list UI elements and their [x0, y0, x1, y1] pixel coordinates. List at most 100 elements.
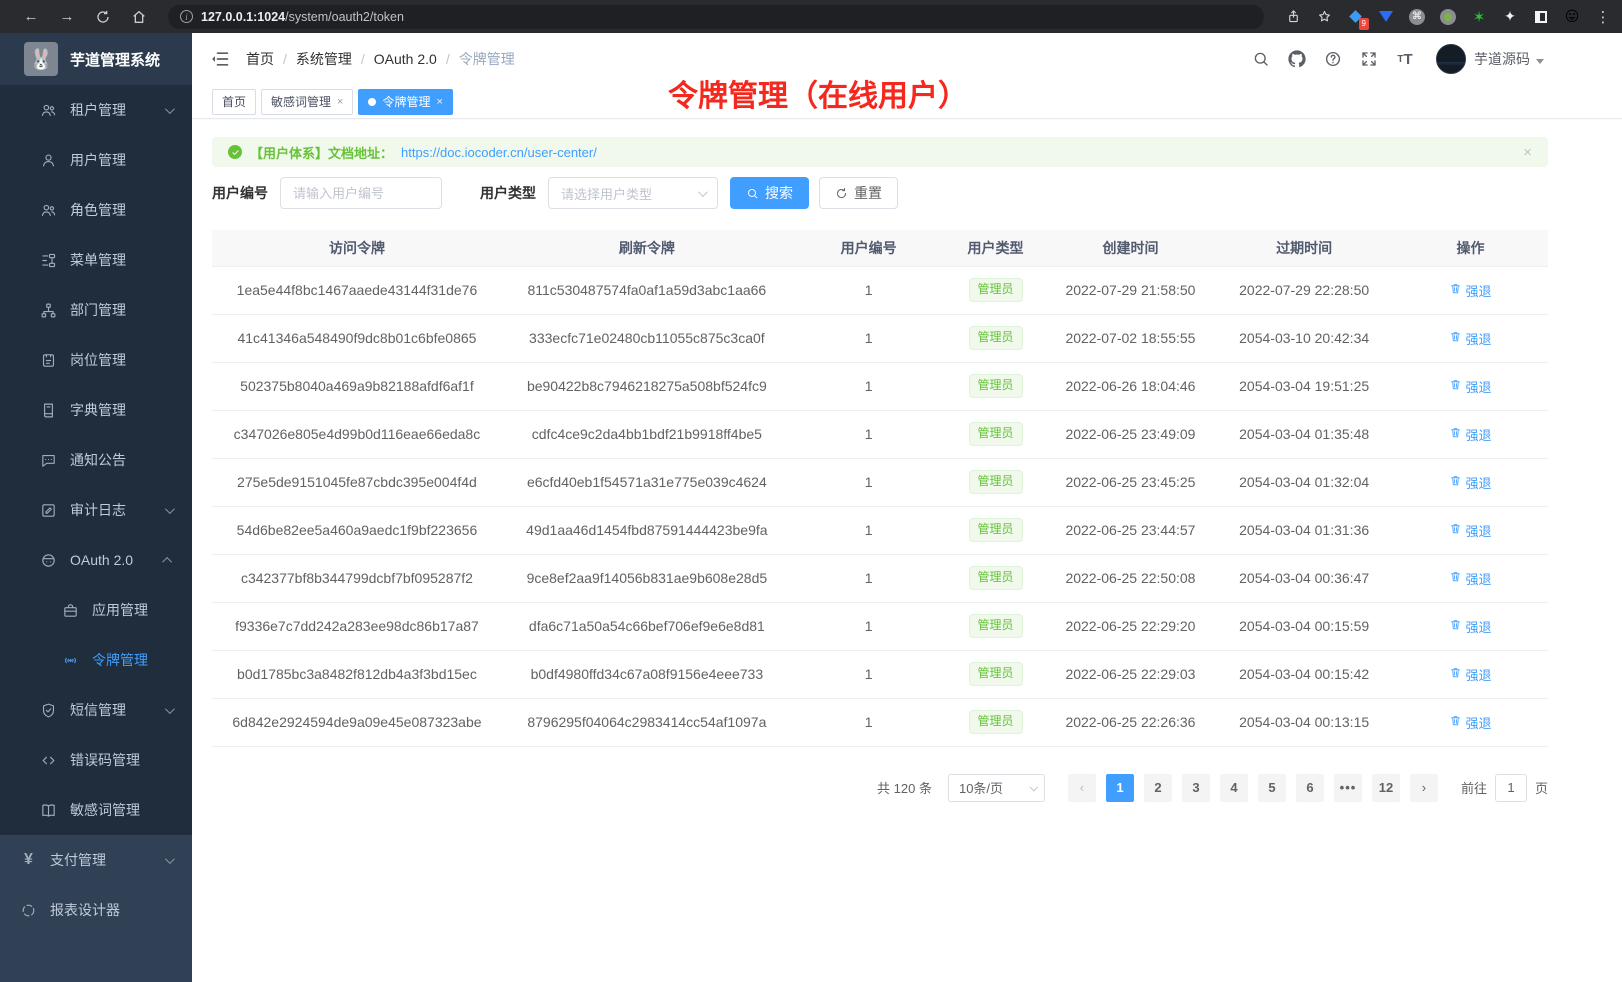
search-icon[interactable] [1250, 48, 1272, 70]
sidebar-item-租户管理[interactable]: 租户管理 [0, 85, 192, 135]
breadcrumb-item[interactable]: 首页 [246, 49, 274, 69]
sidebar-item-敏感词管理[interactable]: 敏感词管理 [0, 785, 192, 835]
sidebar-item-label: 短信管理 [70, 700, 126, 720]
collapse-sidebar-icon[interactable] [210, 49, 230, 69]
page-button-12[interactable]: 12 [1372, 774, 1400, 802]
sidebar-item-岗位管理[interactable]: 岗位管理 [0, 335, 192, 385]
user-type-select[interactable]: 请选择用户类型 [548, 177, 718, 209]
sidebar-item-短信管理[interactable]: 短信管理 [0, 685, 192, 735]
refresh-token-cell: be90422b8c7946218275a508bf524fc9 [502, 362, 792, 410]
breadcrumb-item[interactable]: OAuth 2.0 [374, 51, 437, 67]
user-id-cell: 1 [792, 506, 946, 554]
sidebar-item-label: 敏感词管理 [70, 800, 140, 820]
chevron-up-icon [162, 556, 172, 566]
pinwheel-extension-icon[interactable]: ✦ [1501, 8, 1519, 26]
home-icon[interactable] [130, 8, 148, 26]
emoji-extension-icon[interactable]: 😛 [1563, 8, 1581, 26]
gem-extension-icon[interactable] [1377, 8, 1395, 26]
sidebar-item-审计日志[interactable]: 审计日志 [0, 485, 192, 535]
record-extension-icon[interactable] [1439, 8, 1457, 26]
page-button-1[interactable]: 1 [1106, 774, 1134, 802]
force-logout-button[interactable]: 强退 [1449, 617, 1491, 636]
share-icon[interactable] [1284, 8, 1302, 26]
logo[interactable]: 🐰 芋道管理系统 [0, 33, 192, 85]
next-page-button[interactable]: › [1410, 774, 1438, 802]
alert-close-icon[interactable]: × [1523, 144, 1532, 161]
forward-icon[interactable]: → [58, 8, 76, 26]
breadcrumb-item[interactable]: 系统管理 [296, 49, 352, 69]
force-logout-button[interactable]: 强退 [1449, 425, 1491, 444]
sidebar-item-角色管理[interactable]: 角色管理 [0, 185, 192, 235]
user-avatar[interactable] [1436, 44, 1466, 74]
page-size-select[interactable]: 10条/页 [948, 774, 1045, 802]
green-star-extension-icon[interactable]: ✶ [1470, 8, 1488, 26]
sidebar-item-应用管理[interactable]: 应用管理 [0, 585, 192, 635]
table-row: 54d6be82ee5a460a9aedc1f9bf22365649d1aa46… [212, 506, 1548, 554]
page-button-6[interactable]: 6 [1296, 774, 1324, 802]
page-button-3[interactable]: 3 [1182, 774, 1210, 802]
alert-doc-link[interactable]: https://doc.iocoder.cn/user-center/ [401, 145, 597, 160]
force-logout-label: 强退 [1465, 665, 1491, 684]
user-id-input[interactable] [280, 177, 442, 209]
bookmark-star-icon[interactable] [1315, 8, 1333, 26]
breadcrumb-item: 令牌管理 [459, 49, 515, 69]
table-row: f9336e7c7dd242a283ee98dc86b17a87dfa6c71a… [212, 602, 1548, 650]
sidebar-item-菜单管理[interactable]: 菜单管理 [0, 235, 192, 285]
tab-close-icon[interactable]: × [337, 96, 343, 108]
sidebar-item-label: 菜单管理 [70, 250, 126, 270]
search-button[interactable]: 搜索 [730, 177, 809, 209]
sidebar-item-支付管理[interactable]: ¥支付管理 [0, 835, 192, 885]
force-logout-button[interactable]: 强退 [1449, 473, 1491, 492]
force-logout-button[interactable]: 强退 [1449, 281, 1491, 300]
sidebar-item-通知公告[interactable]: 通知公告 [0, 435, 192, 485]
force-logout-button[interactable]: 强退 [1449, 377, 1491, 396]
sidebar-item-部门管理[interactable]: 部门管理 [0, 285, 192, 335]
fullscreen-icon[interactable] [1358, 48, 1380, 70]
reload-icon[interactable] [94, 8, 112, 26]
sidebar-item-错误码管理[interactable]: 错误码管理 [0, 735, 192, 785]
user-menu-caret-icon[interactable] [1536, 59, 1544, 64]
force-logout-button[interactable]: 强退 [1449, 713, 1491, 732]
tab-close-icon[interactable]: × [436, 96, 442, 108]
pagination-ellipsis[interactable]: ••• [1334, 774, 1362, 802]
tab-令牌管理[interactable]: 令牌管理× [358, 89, 452, 115]
user-type-badge: 管理员 [969, 278, 1023, 302]
access-token-cell: 41c41346a548490f9dc8b01c6bfe0865 [212, 314, 502, 362]
sidebar-item-用户管理[interactable]: 用户管理 [0, 135, 192, 185]
help-icon[interactable] [1322, 48, 1344, 70]
sidebar-item-OAuth 2.0[interactable]: OAuth 2.0 [0, 535, 192, 585]
user-name[interactable]: 芋道源码 [1474, 49, 1530, 69]
browser-menu-icon[interactable]: ⋮ [1594, 8, 1612, 26]
table-row: 6d842e2924594de9a09e45e087323abe8796295f… [212, 698, 1548, 746]
extension-diamond-icon[interactable]: 9 [1346, 8, 1364, 26]
prev-page-button[interactable]: ‹ [1068, 774, 1096, 802]
page-button-4[interactable]: 4 [1220, 774, 1248, 802]
tenant-icon [40, 102, 57, 119]
sidebar-extension-icon[interactable] [1532, 8, 1550, 26]
force-logout-button[interactable]: 强退 [1449, 521, 1491, 540]
sidebar-item-字典管理[interactable]: 字典管理 [0, 385, 192, 435]
force-logout-button[interactable]: 强退 [1449, 665, 1491, 684]
pay-icon: ¥ [20, 852, 37, 869]
command-extension-icon[interactable]: ⌘ [1408, 8, 1426, 26]
refresh-token-cell: dfa6c71a50a54c66bef706ef9e6e8d81 [502, 602, 792, 650]
trash-icon [1449, 378, 1462, 394]
tab-首页[interactable]: 首页 [212, 89, 256, 115]
page-button-2[interactable]: 2 [1144, 774, 1172, 802]
url-bar[interactable]: i 127.0.0.1:1024/system/oauth2/token [168, 5, 1264, 29]
force-logout-button[interactable]: 强退 [1449, 569, 1491, 588]
sidebar-item-令牌管理[interactable]: 令牌管理 [0, 635, 192, 685]
sidebar-item-报表设计器[interactable]: 报表设计器 [0, 885, 192, 935]
user-type-cell: 管理员 [945, 554, 1045, 602]
reset-button[interactable]: 重置 [819, 177, 898, 209]
back-icon[interactable]: ← [22, 8, 40, 26]
font-size-icon[interactable]: TT [1394, 48, 1416, 70]
tab-敏感词管理[interactable]: 敏感词管理× [261, 89, 353, 115]
github-icon[interactable] [1286, 48, 1308, 70]
page-button-5[interactable]: 5 [1258, 774, 1286, 802]
goto-page-input[interactable] [1495, 774, 1527, 802]
site-info-icon[interactable]: i [180, 10, 193, 23]
force-logout-button[interactable]: 强退 [1449, 329, 1491, 348]
column-header: 刷新令牌 [502, 230, 792, 266]
trash-icon [1449, 282, 1462, 298]
